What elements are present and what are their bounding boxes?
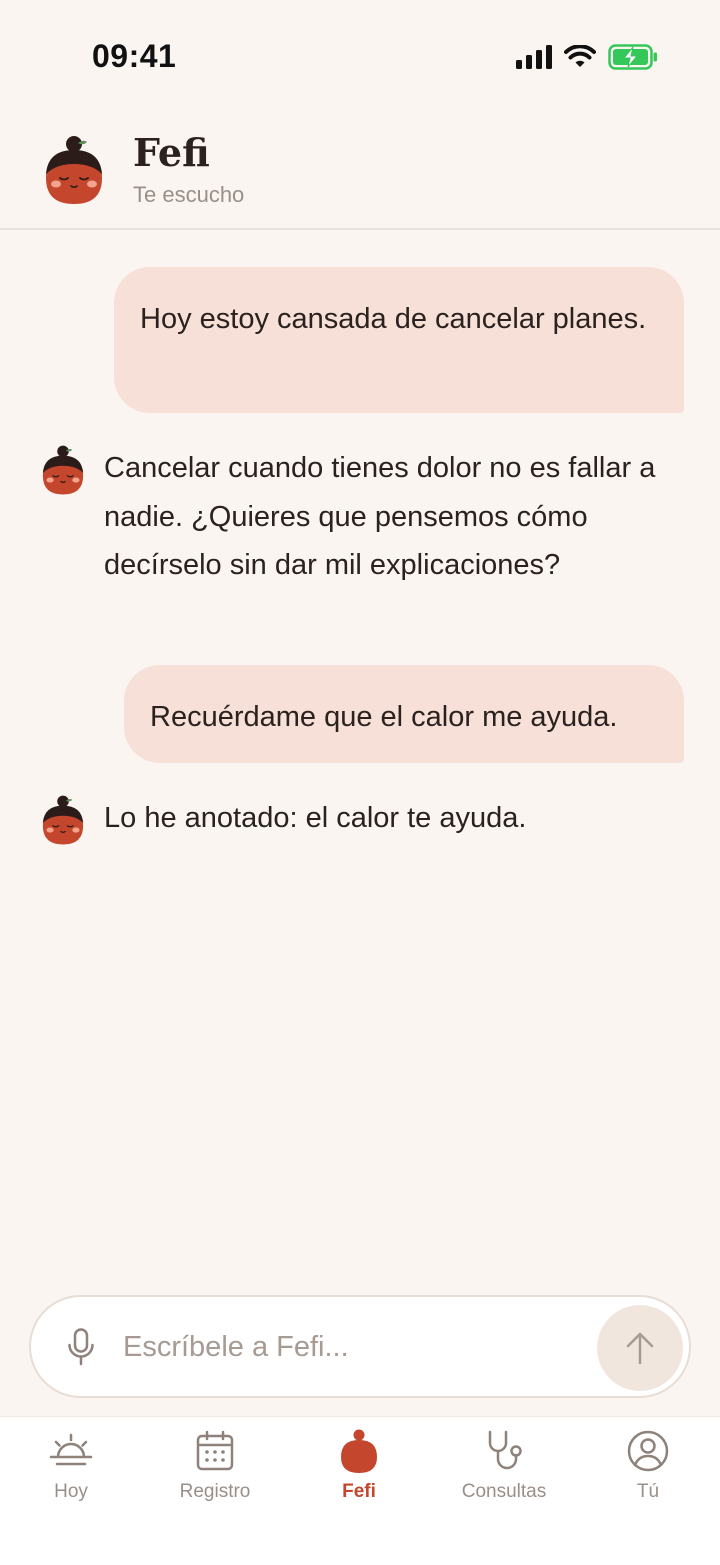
bot-message: Cancelar cuando tienes dolor no es falla… [40,444,680,644]
chat-screen: 09:41 Fefi Te escucho Hoy estoy cansada … [0,0,720,1565]
tab-label: Tú [636,1481,660,1502]
user-message-text: Recuérdame que el calor me ayuda. [150,701,618,733]
message-input[interactable] [123,1321,583,1373]
tab-consultas[interactable]: Consultas [449,1429,559,1519]
status-bar: 09:41 [0,0,720,110]
user-message: Hoy estoy cansada de cancelar planes. [114,267,684,413]
bot-message: Lo he anotado: el calor te ayuda. [40,794,680,854]
chat-title: Fefi [133,130,210,175]
status-time: 09:41 [92,38,177,74]
bot-message-text: Cancelar cuando tienes dolor no es falla… [104,452,656,581]
tab-label: Fefi [342,1481,376,1502]
tab-label: Hoy [54,1481,88,1502]
bot-message-text: Lo he anotado: el calor te ayuda. [104,802,527,834]
signal-icon [516,45,552,69]
user-message: Recuérdame que el calor me ayuda. [124,665,684,763]
tab-registro[interactable]: Registro [160,1429,270,1519]
tab-hoy[interactable]: Hoy [16,1429,126,1519]
tab-fefi[interactable]: Fefi [304,1429,414,1519]
sunrise-icon [49,1433,93,1466]
chat-subtitle: Te escucho [133,182,245,207]
chat-header: Fefi Te escucho [0,110,720,230]
profile-icon [627,1430,669,1472]
message-composer [29,1295,691,1398]
user-message-text: Hoy estoy cansada de cancelar planes. [140,303,647,335]
battery-charging-icon [608,44,657,70]
microphone-icon[interactable] [67,1328,95,1366]
fefi-avatar-icon [42,795,84,845]
calendar-icon [196,1430,234,1471]
fefi-icon [341,1429,377,1473]
message-list: Hoy estoy cansada de cancelar planes. Ca… [0,232,720,1292]
tab-label: Registro [179,1481,251,1502]
tab-label: Consultas [461,1481,547,1502]
status-icons [516,44,658,70]
fefi-avatar-icon [42,445,84,495]
send-button[interactable] [597,1305,683,1391]
arrow-up-icon [626,1332,654,1365]
bottom-tab-bar: Hoy Registro Fefi Consultas Tú [0,1416,720,1565]
tab-tu[interactable]: Tú [593,1429,703,1519]
stethoscope-icon [488,1430,522,1470]
fefi-avatar-icon [46,136,102,204]
wifi-icon [564,45,596,67]
